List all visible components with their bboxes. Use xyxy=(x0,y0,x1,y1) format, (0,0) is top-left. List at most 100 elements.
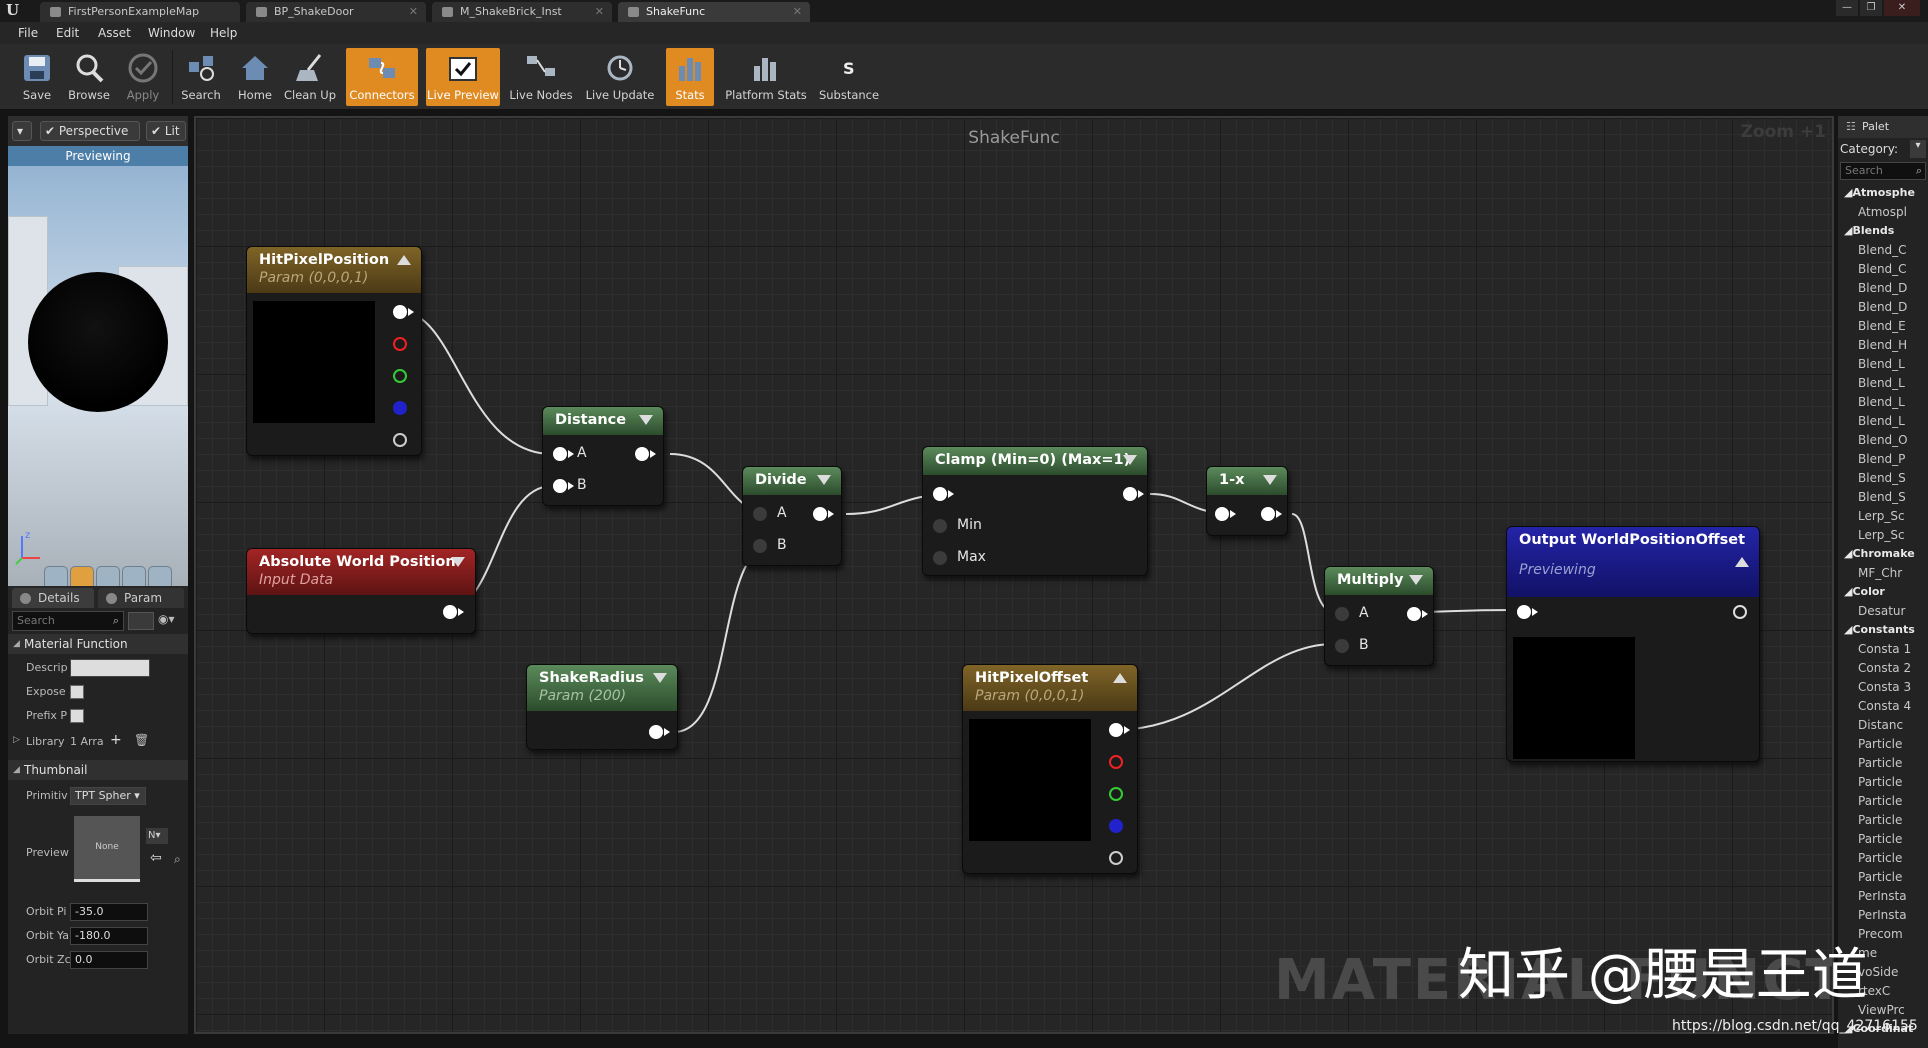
output-pin-r[interactable] xyxy=(1109,755,1123,769)
palette-item[interactable]: Particle xyxy=(1858,851,1902,865)
expand-node-icon[interactable] xyxy=(451,557,465,567)
viewport-options-dropdown[interactable]: ▾ xyxy=(12,121,32,141)
input-pin-a[interactable] xyxy=(1335,607,1349,621)
output-pin-rgba[interactable] xyxy=(393,305,414,319)
palette-item[interactable]: Blend_L xyxy=(1858,357,1905,371)
palette-item[interactable]: Consta 2 xyxy=(1858,661,1911,675)
palette-tab[interactable]: ☷ Palet xyxy=(1838,116,1928,138)
output-pin-a[interactable] xyxy=(393,433,407,447)
cube-preview-icon[interactable] xyxy=(122,566,146,586)
palette-item[interactable]: Blend_P xyxy=(1858,452,1905,466)
eye-icon[interactable]: ◉▾ xyxy=(158,612,184,630)
expand-node-icon[interactable] xyxy=(653,673,667,683)
browse-asset-icon[interactable]: ⌕ xyxy=(174,852,181,867)
primitive-dropdown[interactable]: TPT Spher ▾ xyxy=(70,787,146,805)
expand-node-icon[interactable] xyxy=(1263,475,1277,485)
palette-item[interactable]: Particle xyxy=(1858,756,1902,770)
output-pin-r[interactable] xyxy=(393,337,407,351)
preview-viewport[interactable]: Previewing z xyxy=(8,146,188,586)
palette-item[interactable]: Lerp_Sc xyxy=(1858,528,1905,542)
input-pin-b[interactable] xyxy=(753,539,767,553)
output-pin-a[interactable] xyxy=(1109,851,1123,865)
browse-button[interactable]: Browse xyxy=(64,48,114,106)
collapse-preview-icon[interactable] xyxy=(1735,557,1749,567)
palette-category[interactable]: ◢Atmosphe xyxy=(1844,186,1915,199)
tab-details[interactable]: Details xyxy=(12,588,94,608)
tab-shakefunc[interactable]: ShakeFunc ✕ xyxy=(618,2,810,22)
node-output-worldpositionoffset[interactable]: Output WorldPositionOffset Previewing xyxy=(1506,526,1760,762)
menu-edit[interactable]: Edit xyxy=(56,26,79,40)
menu-asset[interactable]: Asset xyxy=(98,26,131,40)
input-pin-a[interactable] xyxy=(553,447,574,461)
prefix-checkbox[interactable] xyxy=(70,709,84,723)
output-pin-b[interactable] xyxy=(393,401,407,415)
expand-node-icon[interactable] xyxy=(1123,455,1137,465)
expand-icon[interactable]: ▷ xyxy=(13,735,20,745)
palette-item[interactable]: Blend_S xyxy=(1858,490,1906,504)
palette-item[interactable]: Blend_C xyxy=(1858,262,1907,276)
menu-window[interactable]: Window xyxy=(148,26,195,40)
close-window-icon[interactable]: ✕ xyxy=(1884,0,1920,16)
home-button[interactable]: Home xyxy=(230,48,280,106)
output-pin[interactable] xyxy=(1123,487,1144,501)
input-pin-min[interactable] xyxy=(933,519,947,533)
output-pin[interactable] xyxy=(443,605,464,619)
palette-category[interactable]: ◢Chromake xyxy=(1844,547,1915,560)
tab-param[interactable]: Param xyxy=(98,588,184,608)
node-oneminus[interactable]: 1-x xyxy=(1206,466,1288,536)
palette-item[interactable]: Blend_O xyxy=(1858,433,1908,447)
lit-button[interactable]: ✔ Lit xyxy=(146,121,186,141)
teapot-preview-icon[interactable] xyxy=(148,566,172,586)
palette-item[interactable]: Desatur xyxy=(1858,604,1905,618)
palette-item[interactable]: Blend_H xyxy=(1858,338,1907,352)
maximize-icon[interactable]: ❐ xyxy=(1860,0,1882,16)
palette-item[interactable]: Consta 3 xyxy=(1858,680,1911,694)
output-pin[interactable] xyxy=(635,447,656,461)
live-preview-button[interactable]: Live Preview xyxy=(426,48,500,106)
view-options-icon[interactable] xyxy=(128,612,154,630)
category-dropdown[interactable]: ▾ xyxy=(1910,140,1926,158)
live-update-button[interactable]: Live Update xyxy=(584,48,656,106)
node-clamp[interactable]: Clamp (Min=0) (Max=1) Min Max xyxy=(922,446,1148,576)
expose-checkbox[interactable] xyxy=(70,685,84,699)
tab-bp-shakedoor[interactable]: BP_ShakeDoor ✕ xyxy=(246,2,426,22)
palette-item[interactable]: Particle xyxy=(1858,832,1902,846)
node-multiply[interactable]: Multiply A B xyxy=(1324,566,1434,666)
input-pin[interactable] xyxy=(1517,605,1538,619)
input-pin[interactable] xyxy=(933,487,954,501)
output-pin[interactable] xyxy=(1407,607,1428,621)
live-nodes-button[interactable]: Live Nodes xyxy=(508,48,574,106)
cleanup-button[interactable]: Clean Up xyxy=(282,48,338,106)
input-pin[interactable] xyxy=(1215,507,1236,521)
palette-item[interactable]: Blend_L xyxy=(1858,414,1905,428)
search-button[interactable]: Search xyxy=(176,48,226,106)
palette-item[interactable]: PerInsta xyxy=(1858,889,1907,903)
menu-file[interactable]: File xyxy=(18,26,38,40)
output-pin-g[interactable] xyxy=(1109,787,1123,801)
details-search-input[interactable]: Search ⌕ xyxy=(12,611,124,631)
collapse-preview-icon[interactable] xyxy=(397,255,411,265)
palette-item[interactable]: Blend_E xyxy=(1858,319,1906,333)
palette-category[interactable]: ◢Constants xyxy=(1844,623,1915,636)
trash-icon[interactable]: 🗑 xyxy=(134,733,149,747)
menu-help[interactable]: Help xyxy=(210,26,237,40)
node-absoluteworldposition[interactable]: Absolute World Position Input Data xyxy=(246,548,476,634)
output-pin-b[interactable] xyxy=(1109,819,1123,833)
output-pin[interactable] xyxy=(649,725,670,739)
palette-item[interactable]: Blend_L xyxy=(1858,395,1905,409)
platform-stats-button[interactable]: Platform Stats xyxy=(722,48,810,106)
tab-m-shakebrick-inst[interactable]: M_ShakeBrick_Inst ✕ xyxy=(432,2,612,22)
palette-item[interactable]: Lerp_Sc xyxy=(1858,509,1905,523)
input-pin-max[interactable] xyxy=(933,551,947,565)
input-pin-b[interactable] xyxy=(553,479,574,493)
close-tab-icon[interactable]: ✕ xyxy=(595,2,604,22)
material-graph-canvas[interactable]: MATERIAL FUNCTION ShakeFunc Zoom +1 HitP… xyxy=(194,116,1834,1034)
expand-node-icon[interactable] xyxy=(817,475,831,485)
palette-item[interactable]: Atmospl xyxy=(1858,205,1907,219)
orbit-pitch-input[interactable]: -35.0 xyxy=(70,903,148,921)
output-pin-rgba[interactable] xyxy=(1109,723,1130,737)
stats-button[interactable]: Stats xyxy=(666,48,714,106)
node-divide[interactable]: Divide A B xyxy=(742,466,842,566)
node-shakeradius[interactable]: ShakeRadius Param (200) xyxy=(526,664,678,750)
close-tab-icon[interactable]: ✕ xyxy=(409,2,418,22)
